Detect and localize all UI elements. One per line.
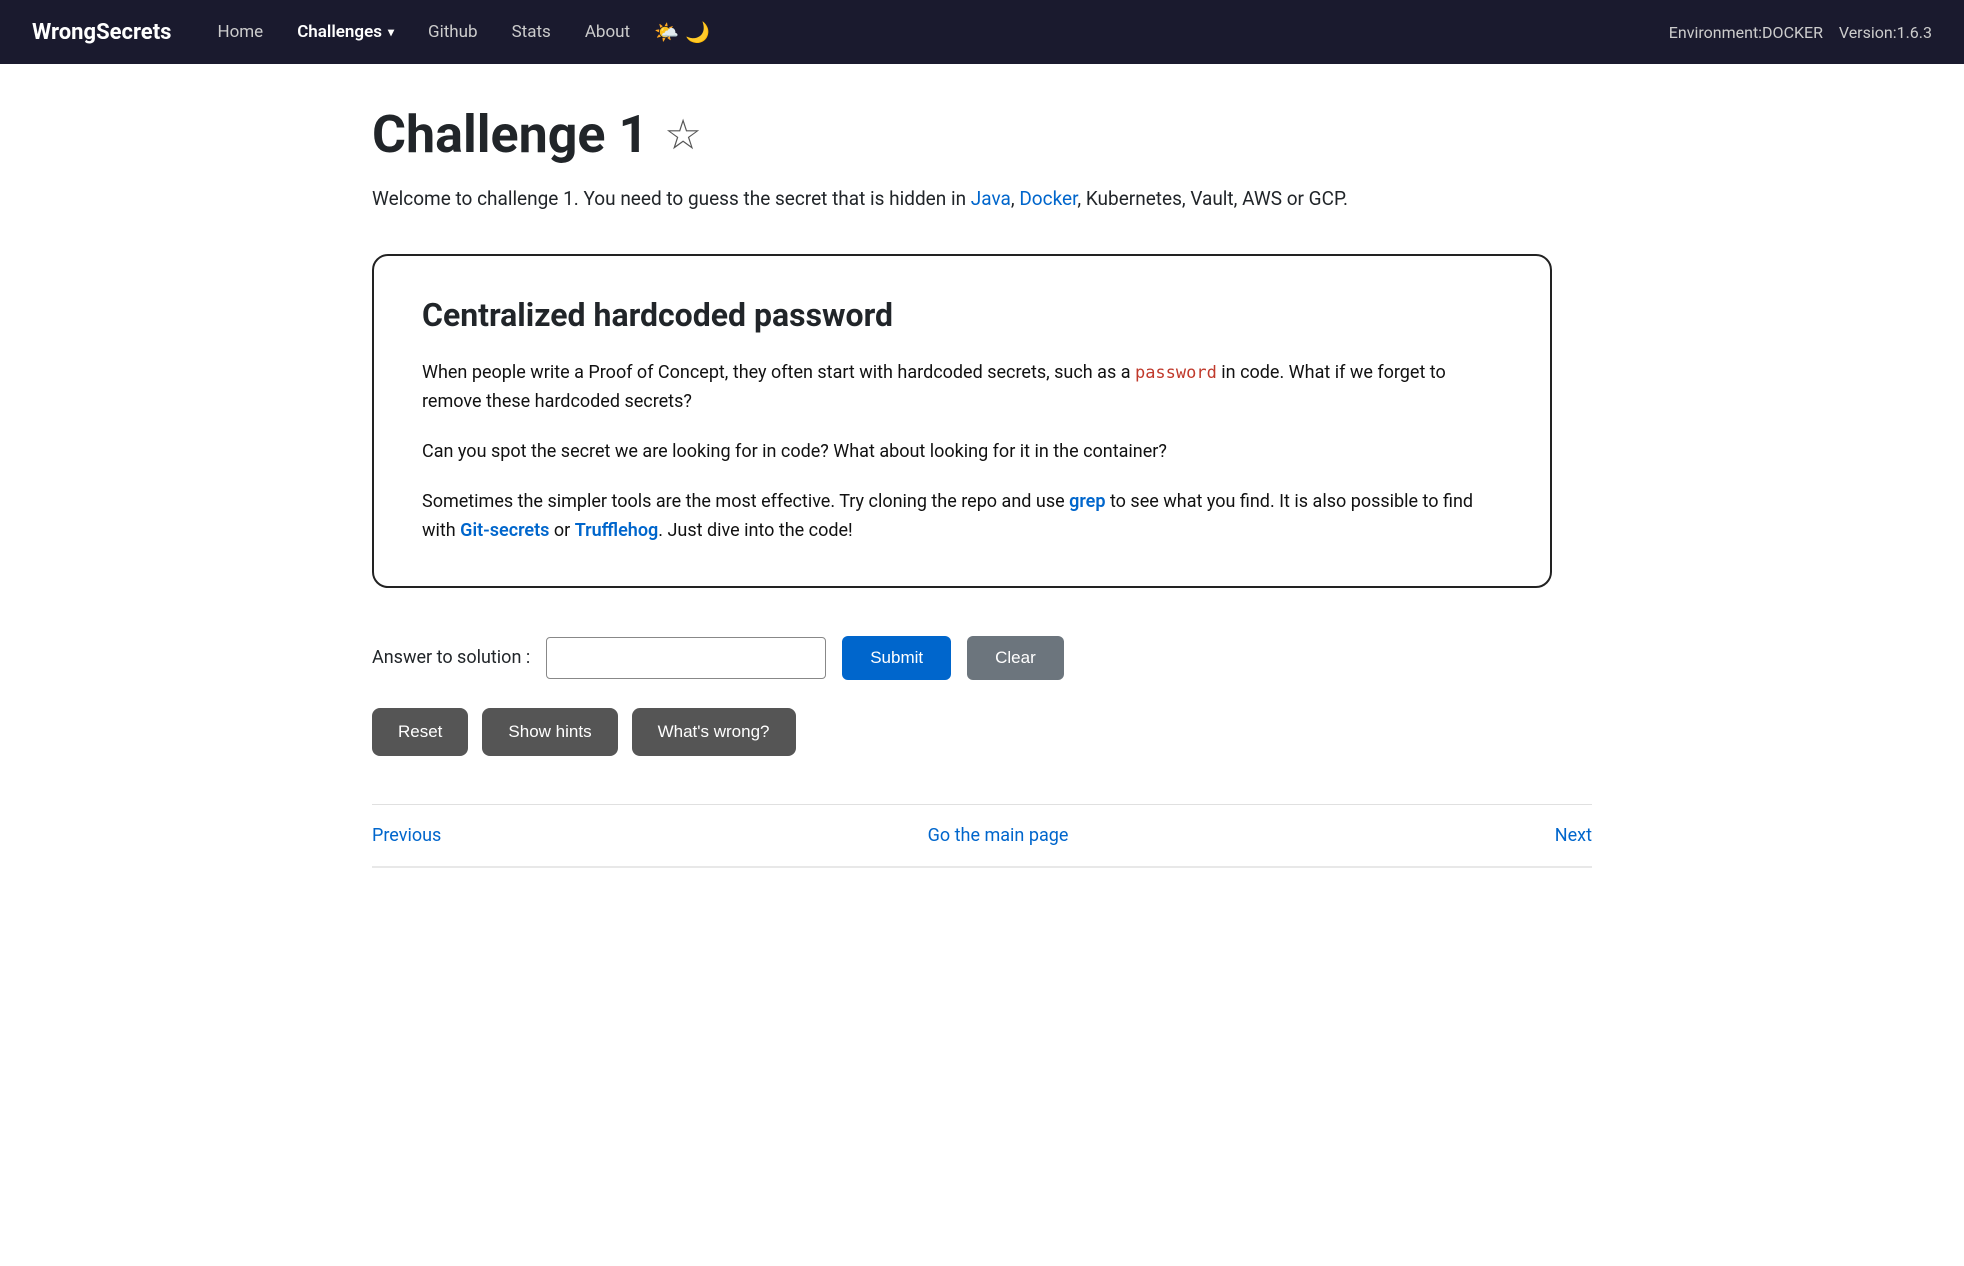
nav-home[interactable]: Home	[203, 14, 277, 50]
light-theme-icon[interactable]: 🌤️	[654, 20, 679, 44]
main-content: Challenge 1 ☆ Welcome to challenge 1. Yo…	[332, 64, 1632, 928]
card-paragraph3: Sometimes the simpler tools are the most…	[422, 487, 1502, 546]
java-link[interactable]: Java	[971, 187, 1011, 210]
page-title-container: Challenge 1 ☆	[372, 104, 1592, 165]
action-buttons: Reset Show hints What's wrong?	[372, 708, 1592, 756]
card-para3-suffix: . Just dive into the code!	[658, 520, 852, 541]
reset-button[interactable]: Reset	[372, 708, 468, 756]
git-secrets-link[interactable]: Git-secrets	[460, 520, 549, 541]
docker-link[interactable]: Docker	[1019, 187, 1077, 210]
theme-icons: 🌤️ 🌙	[654, 20, 710, 44]
next-link[interactable]: Next	[1555, 825, 1592, 846]
card-password-code: password	[1135, 363, 1217, 383]
star-icon[interactable]: ☆	[664, 110, 702, 160]
nav-bottom: Previous Go the main page Next	[372, 804, 1592, 846]
previous-link[interactable]: Previous	[372, 825, 441, 846]
nav-challenges[interactable]: Challenges ▾	[283, 14, 408, 50]
clear-button[interactable]: Clear	[967, 636, 1064, 680]
chevron-down-icon: ▾	[388, 25, 394, 39]
nav-github[interactable]: Github	[414, 14, 492, 50]
trufflehog-link[interactable]: Trufflehog	[575, 520, 659, 541]
intro-prefix: Welcome to challenge 1. You need to gues…	[372, 187, 971, 210]
card-title: Centralized hardcoded password	[422, 296, 1502, 334]
grep-link[interactable]: grep	[1069, 491, 1105, 512]
env-label: Environment:DOCKER	[1669, 23, 1823, 42]
nav-brand[interactable]: WrongSecrets	[32, 20, 171, 45]
show-hints-button[interactable]: Show hints	[482, 708, 617, 756]
footer-divider	[372, 866, 1592, 868]
version-label: Version:1.6.3	[1839, 23, 1932, 42]
answer-input[interactable]	[546, 637, 826, 679]
dark-theme-icon[interactable]: 🌙	[685, 20, 710, 44]
main-page-link[interactable]: Go the main page	[928, 825, 1069, 846]
intro-text: Welcome to challenge 1. You need to gues…	[372, 185, 1592, 214]
navbar: WrongSecrets Home Challenges ▾ Github St…	[0, 0, 1964, 64]
nav-env: Environment:DOCKER Version:1.6.3	[1669, 23, 1932, 42]
submit-button[interactable]: Submit	[842, 636, 951, 680]
page-title: Challenge 1	[372, 104, 648, 165]
card-paragraph1: When people write a Proof of Concept, th…	[422, 358, 1502, 417]
card-paragraph2: Can you spot the secret we are looking f…	[422, 437, 1502, 467]
card-para3-prefix: Sometimes the simpler tools are the most…	[422, 491, 1069, 512]
answer-label: Answer to solution :	[372, 647, 530, 668]
challenge-card: Centralized hardcoded password When peop…	[372, 254, 1552, 588]
answer-section: Answer to solution : Submit Clear	[372, 636, 1592, 680]
nav-challenges-label: Challenges	[297, 22, 382, 42]
nav-links: Home Challenges ▾ Github Stats About 🌤️ …	[203, 14, 1668, 50]
card-para1-prefix: When people write a Proof of Concept, th…	[422, 362, 1135, 383]
nav-about[interactable]: About	[571, 14, 644, 50]
intro-suffix: , Kubernetes, Vault, AWS or GCP.	[1077, 187, 1348, 210]
card-para3-or: or	[549, 520, 574, 541]
whats-wrong-button[interactable]: What's wrong?	[632, 708, 796, 756]
nav-stats[interactable]: Stats	[498, 14, 565, 50]
